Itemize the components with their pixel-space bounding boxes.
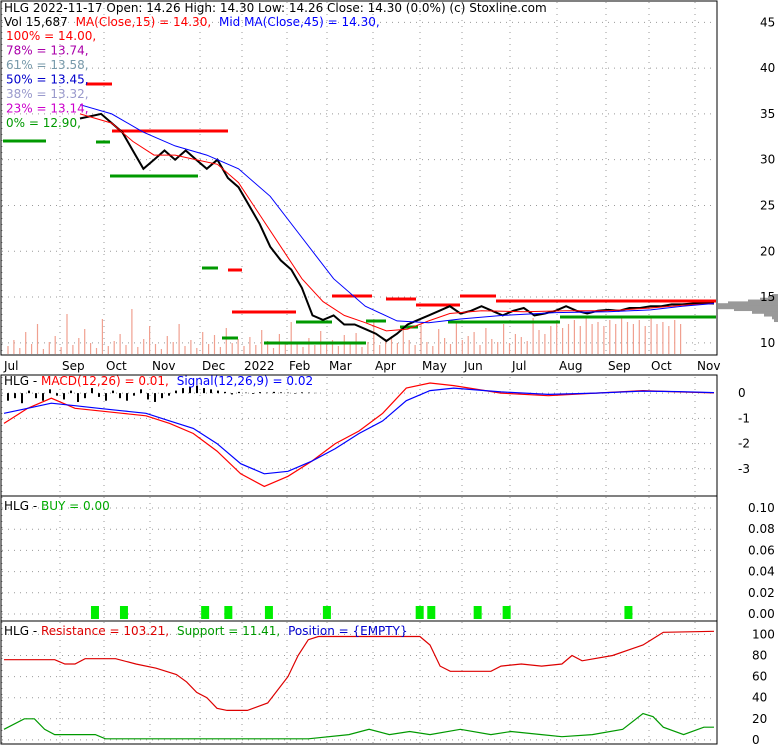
buy-marker: [264, 606, 273, 619]
buy-marker: [415, 606, 424, 619]
macd-header: HLG - MACD(12,26) = 0.01, Signal(12,26,9…: [4, 374, 313, 388]
y-tick-label: 0: [752, 733, 760, 746]
ma15-label: MA(Close,15) = 14.30,: [76, 15, 212, 29]
x-tick-label: Jun: [463, 359, 483, 373]
fib-level-label: 0% = 12.90,: [6, 116, 81, 130]
y-tick-label: 10: [760, 336, 775, 350]
x-tick-label: Jul: [3, 359, 18, 373]
x-tick-label: Sep: [62, 359, 85, 373]
x-tick-label: 2022: [244, 359, 275, 373]
buy-marker: [201, 606, 210, 619]
buy-label: BUY = 0.00: [41, 499, 110, 513]
x-tick-label: Oct: [106, 359, 127, 373]
x-tick-label: Nov: [697, 359, 720, 373]
x-tick-label: Mar: [329, 359, 352, 373]
macd-prefix: HLG -: [4, 374, 41, 388]
x-tick-label: May: [422, 359, 447, 373]
buy-header: HLG - BUY = 0.00: [4, 499, 110, 513]
fib-level-label: 78% = 13.74,: [6, 44, 89, 58]
resistance-label: Resistance = 103.21,: [41, 624, 169, 638]
rs-prefix: HLG -: [4, 624, 41, 638]
y-tick-label: 0.10: [748, 501, 775, 515]
y-tick-label: -3: [738, 462, 750, 476]
y-tick-label: 0.08: [748, 522, 775, 536]
buy-marker: [224, 606, 233, 619]
y-tick-label: 45: [760, 15, 775, 29]
header-volume-ma: Vol 15,687 MA(Close,15) = 14.30, Mid MA(…: [4, 15, 380, 29]
x-tick-label: Aug: [559, 359, 582, 373]
x-tick-label: Sep: [608, 359, 631, 373]
buy-marker: [473, 606, 482, 619]
macd-label: MACD(12,26) = 0.01,: [41, 374, 169, 388]
buy-markers: [90, 606, 633, 619]
volume-profile-bar: [774, 316, 778, 323]
buy-marker: [427, 606, 436, 619]
macd-histogram: [7, 385, 317, 404]
y-tick-label: 40: [760, 61, 775, 75]
buy-marker: [119, 606, 128, 619]
fib-level-label: 100% = 14.00,: [6, 29, 96, 43]
y-tick-label: 20: [752, 712, 767, 726]
y-tick-label: 0.06: [748, 543, 775, 557]
buy-marker: [90, 606, 99, 619]
buy-grid: [1, 497, 716, 620]
y-tick-label: 60: [752, 670, 767, 684]
x-tick-label: Apr: [375, 359, 396, 373]
price-series-line: [79, 112, 714, 343]
support-label: Support = 11.41,: [177, 624, 280, 638]
buy-marker: [322, 606, 331, 619]
fib-levels: 100% = 14.00,78% = 13.74,61% = 13.58,50%…: [6, 29, 96, 130]
y-tick-label: 40: [752, 691, 767, 705]
signal-label: Signal(12,26,9) = 0.02: [177, 374, 313, 388]
rs-lines: [3, 630, 715, 740]
y-tick-label: 35: [760, 107, 775, 121]
macd-lines: [3, 382, 715, 488]
header-title: HLG 2022-11-17 Open: 14.26 High: 14.30 L…: [4, 1, 547, 15]
y-tick-label: 0: [738, 386, 746, 400]
buy-prefix: HLG -: [4, 499, 41, 513]
fib-level-label: 61% = 13.58,: [6, 58, 89, 72]
x-tick-label: Dec: [202, 359, 225, 373]
rs-header: HLG - Resistance = 103.21, Support = 11.…: [4, 624, 408, 638]
y-tick-label: 100: [752, 627, 775, 641]
stock-chart: Jul Sep Oct Nov Dec 2022 Feb Mar Apr May Jun Jul Aug…: [0, 0, 778, 746]
buy-marker: [502, 606, 511, 619]
x-tick-label: Feb: [289, 359, 310, 373]
macd-panel-frame: [0, 374, 718, 497]
volume-label: Vol 15,687: [4, 15, 68, 29]
fib-level-label: 23% = 13.14,: [6, 102, 89, 116]
y-tick-label: 0.02: [748, 586, 775, 600]
fib-level-label: 38% = 13.32,: [6, 87, 89, 101]
rs-grid: [1, 622, 716, 743]
ma45-label: Mid MA(Close,45) = 14.30,: [219, 15, 380, 29]
y-tick-label: 25: [760, 198, 775, 212]
macd-grid: [1, 377, 716, 495]
y-tick-label: 0.04: [748, 565, 775, 579]
y-tick-label: 0.00: [748, 607, 775, 621]
y-tick-label: 20: [760, 244, 775, 258]
y-tick-label: 30: [760, 153, 775, 167]
rs-panel-frame: [0, 620, 718, 745]
y-tick-label: -2: [738, 437, 750, 451]
x-tick-label: Nov: [152, 359, 175, 373]
position-label: Position = {EMPTY}: [288, 624, 408, 638]
buy-marker: [624, 606, 633, 619]
x-tick-label: Jul: [511, 359, 526, 373]
y-tick-label: 80: [752, 649, 767, 663]
x-tick-label: Oct: [651, 359, 672, 373]
rs-series-line: [4, 630, 715, 712]
price-lines: [79, 104, 715, 343]
rs-series-line: [3, 712, 714, 740]
fib-level-label: 50% = 13.45,: [6, 73, 89, 87]
buy-panel-frame: [0, 495, 718, 622]
price-series-line: [79, 104, 715, 324]
macd-series-line: [3, 382, 715, 488]
y-tick-label: -1: [738, 411, 750, 425]
y-tick-label: 15: [760, 290, 775, 304]
